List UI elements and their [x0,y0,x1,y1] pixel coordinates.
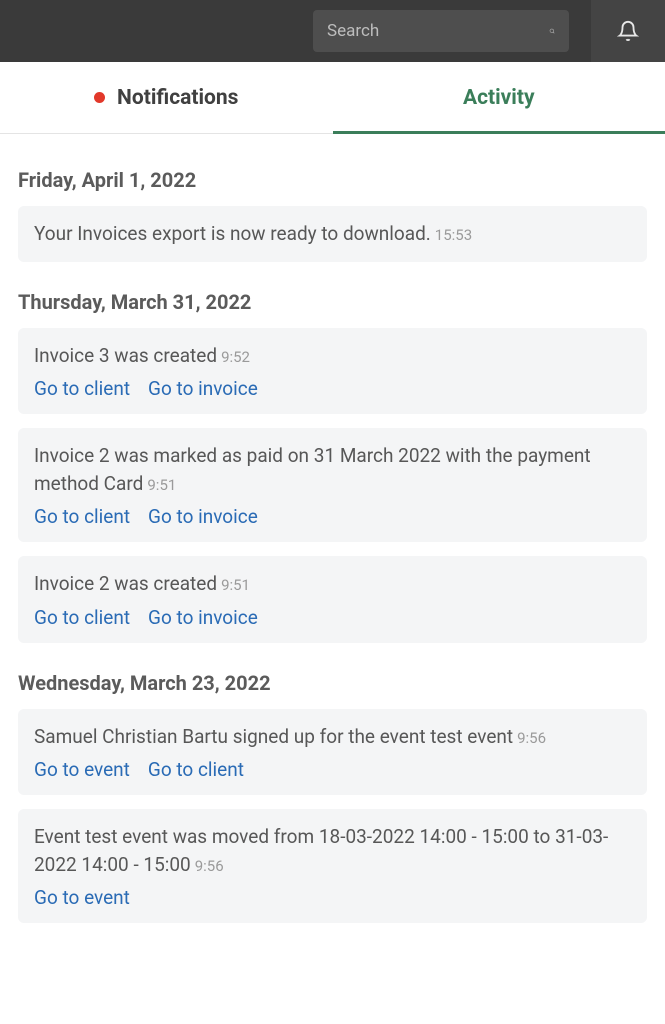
activity-text: Invoice 2 was created [34,572,217,595]
activity-link[interactable]: Go to invoice [148,606,258,629]
tab-activity[interactable]: Activity [333,62,665,133]
activity-message: Your Invoices export is now ready to dow… [34,220,631,248]
activity-card: Invoice 2 was marked as paid on 31 March… [18,428,647,542]
activity-link[interactable]: Go to invoice [148,377,258,400]
activity-links: Go to client Go to invoice [34,606,631,629]
activity-time: 9:56 [517,729,546,747]
tabs: Notifications Activity [0,62,665,134]
search-icon [549,21,555,41]
day-heading: Friday, April 1, 2022 [18,168,647,192]
activity-links: Go to event [34,886,631,909]
activity-card: Invoice 2 was created9:51Go to clientGo … [18,556,647,643]
activity-card: Event test event was moved from 18-03-20… [18,809,647,923]
header-bar [0,0,665,62]
activity-text: Invoice 2 was marked as paid on 31 March… [34,444,591,495]
activity-link[interactable]: Go to client [34,505,130,528]
activity-time: 9:56 [195,857,224,875]
activity-feed: Friday, April 1, 2022 Your Invoices expor… [0,134,665,957]
activity-message: Invoice 2 was created9:51 [34,570,631,598]
activity-card: Your Invoices export is now ready to dow… [18,206,647,262]
activity-time: 9:51 [147,476,176,494]
tab-label: Activity [463,86,535,110]
search-input[interactable] [327,21,549,41]
activity-link[interactable]: Go to client [34,377,130,400]
activity-link[interactable]: Go to invoice [148,505,258,528]
activity-text: Invoice 3 was created [34,344,217,367]
tab-notifications[interactable]: Notifications [0,62,333,133]
activity-link[interactable]: Go to event [34,886,130,909]
day-heading: Wednesday, March 23, 2022 [18,671,647,695]
activity-link[interactable]: Go to client [34,606,130,629]
activity-message: Invoice 3 was created9:52 [34,342,631,370]
activity-message: Event test event was moved from 18-03-20… [34,823,631,878]
activity-links: Go to event Go to client [34,758,631,781]
activity-links: Go to client Go to invoice [34,377,631,400]
activity-card: Samuel Christian Bartu signed up for the… [18,709,647,796]
activity-card: Invoice 3 was created9:52Go to clientGo … [18,328,647,415]
activity-time: 9:51 [221,576,250,594]
activity-link[interactable]: Go to event [34,758,130,781]
activity-link[interactable]: Go to client [148,758,244,781]
search-box[interactable] [313,10,569,52]
unread-dot [94,92,105,103]
tab-label: Notifications [117,86,238,110]
activity-text: Event test event was moved from 18-03-20… [34,825,608,876]
bell-icon [617,20,639,42]
activity-time: 15:53 [435,226,472,244]
activity-text: Your Invoices export is now ready to dow… [34,222,431,245]
day-heading: Thursday, March 31, 2022 [18,290,647,314]
activity-text: Samuel Christian Bartu signed up for the… [34,725,513,748]
activity-links: Go to client Go to invoice [34,505,631,528]
activity-message: Invoice 2 was marked as paid on 31 March… [34,442,631,497]
notifications-button[interactable] [591,0,665,62]
activity-message: Samuel Christian Bartu signed up for the… [34,723,631,751]
activity-time: 9:52 [221,348,250,366]
